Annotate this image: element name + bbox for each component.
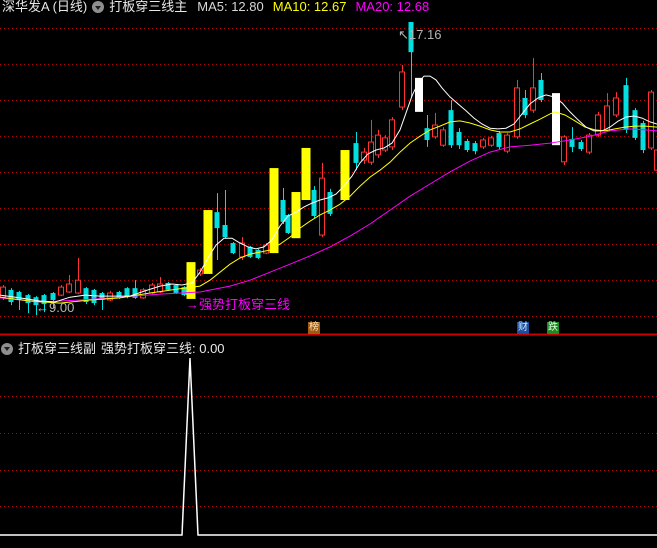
trading-app-window: 深华发A (日线) 打板穿三线主 MA5: 12.80 MA10: 12.67 … xyxy=(0,0,657,548)
signal-annotation: →强势打板穿三线 xyxy=(186,297,290,312)
rank-badge[interactable]: 榜 xyxy=(308,322,320,334)
sub-indicator-value: 强势打板穿三线: 0.00 xyxy=(101,341,225,356)
main-indicator-label: 打板穿三线主 xyxy=(109,0,188,14)
sub-indicator-dropdown-icon[interactable] xyxy=(1,342,13,355)
main-chart-gridlines xyxy=(0,28,657,317)
finance-badge[interactable]: 财 xyxy=(517,322,529,334)
chart-canvas[interactable]: ↖17.16 ←9.00 →强势打板穿三线 xyxy=(0,0,657,548)
sub-indicator-label: 打板穿三线副 xyxy=(18,341,97,356)
ma20-value-label: MA20: 12.68 xyxy=(355,0,430,14)
symbol-period-label: 深华发A (日线) xyxy=(2,0,88,14)
ma10-value-label: MA10: 12.67 xyxy=(272,0,347,14)
high-price-annotation: ↖17.16 xyxy=(398,27,441,42)
sub-chart-gridlines xyxy=(0,396,657,507)
main-indicator-dropdown-icon[interactable] xyxy=(92,1,105,13)
ma5-value-label: MA5: 12.80 xyxy=(197,0,264,14)
low-price-annotation: ←9.00 xyxy=(36,300,74,315)
signal-indicator-line xyxy=(0,357,657,536)
sub-chart-header: 打板穿三线副 强势打板穿三线: 0.00 xyxy=(1,342,225,355)
candlesticks xyxy=(0,21,657,316)
fall-badge[interactable]: 跌 xyxy=(547,322,559,334)
chevron-down-icon xyxy=(4,347,10,351)
main-chart-header: 深华发A (日线) 打板穿三线主 MA5: 12.80 MA10: 12.67 … xyxy=(2,0,429,14)
chevron-down-icon xyxy=(95,5,102,10)
